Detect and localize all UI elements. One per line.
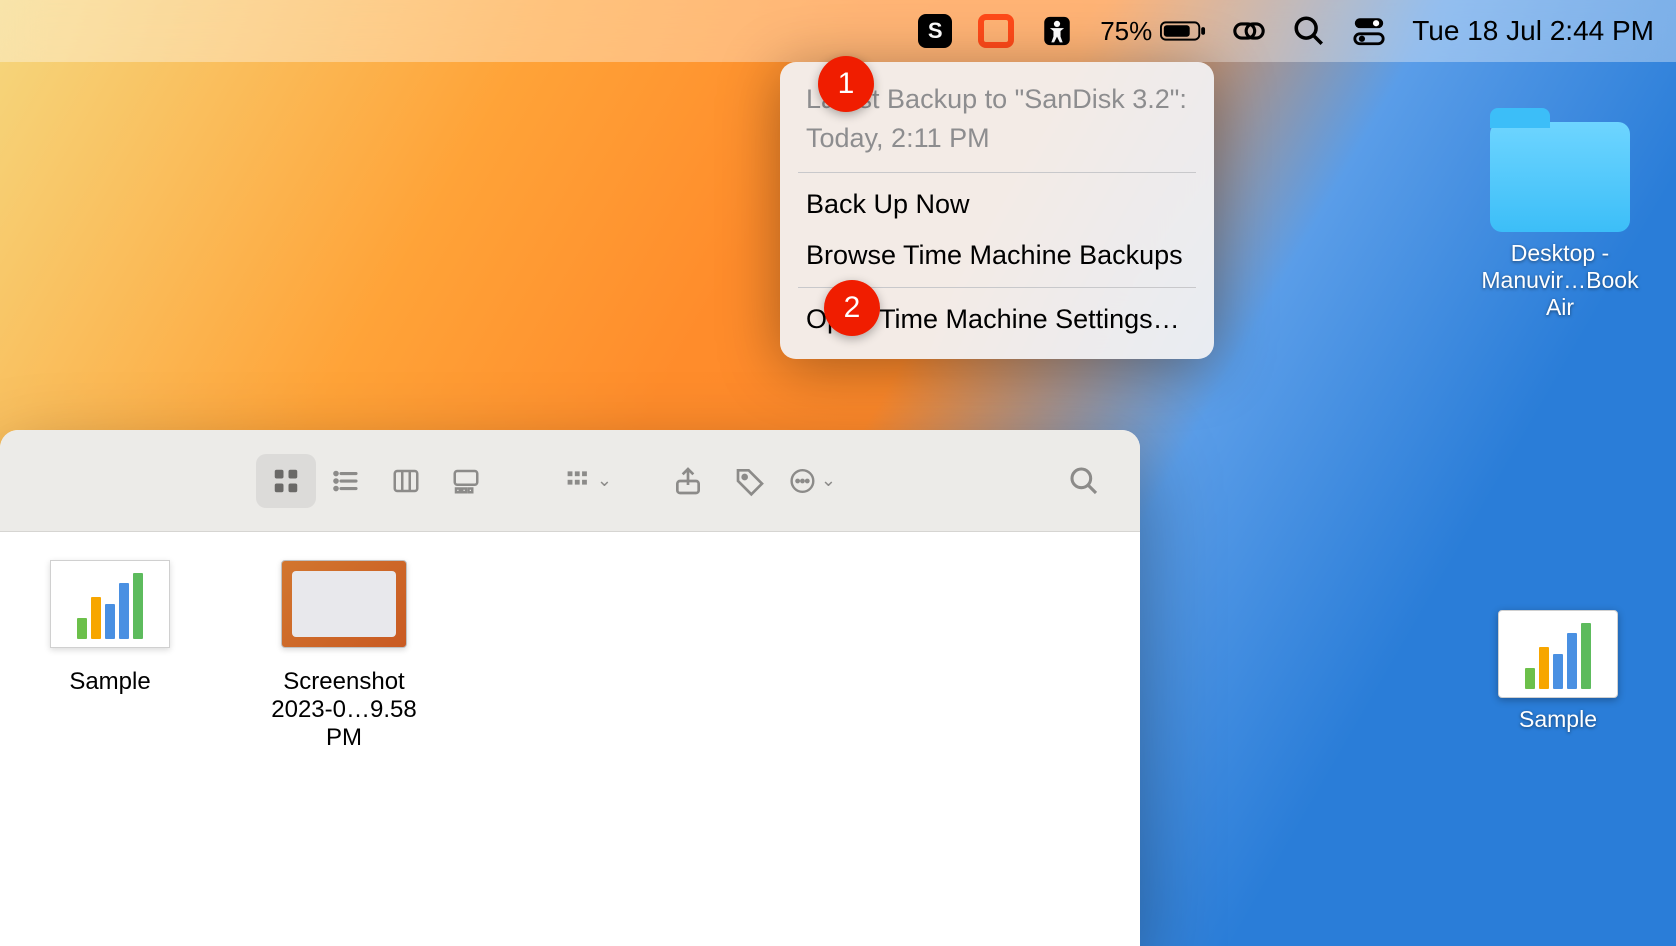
chevron-down-icon: ⌄ (821, 470, 836, 491)
annotation-step-1: 1 (818, 56, 874, 112)
finder-toolbar: ⌄ ⌄ (0, 430, 1140, 532)
desktop-folder-label: Desktop - Manuvir…Book Air (1480, 240, 1640, 321)
menu-divider (798, 172, 1196, 173)
view-list-button[interactable] (316, 454, 376, 508)
action-button[interactable]: ⌄ (788, 457, 836, 505)
menu-item-backup-now[interactable]: Back Up Now (780, 179, 1214, 230)
slack-icon[interactable]: S (918, 14, 952, 48)
accessibility-icon[interactable] (1040, 14, 1074, 48)
menu-item-browse-backups[interactable]: Browse Time Machine Backups (780, 230, 1214, 281)
group-by-button[interactable]: ⌄ (564, 457, 612, 505)
view-gallery-button[interactable] (436, 454, 496, 508)
share-button[interactable] (664, 457, 712, 505)
battery-percent-label: 75% (1100, 16, 1152, 47)
latest-backup-line2: Today, 2:11 PM (806, 119, 1188, 158)
finder-body: Sample Screenshot 2023-0…9.58 PM (0, 532, 1140, 780)
view-mode-segment (256, 454, 496, 508)
finder-item-screenshot[interactable]: Screenshot 2023-0…9.58 PM (254, 560, 434, 752)
desktop-file-sample[interactable]: Sample (1478, 610, 1638, 733)
annotation-step-2-label: 2 (844, 291, 861, 325)
handoff-icon[interactable] (1232, 14, 1266, 48)
battery-status[interactable]: 75% (1100, 16, 1206, 47)
finder-item-label: Screenshot 2023-0…9.58 PM (254, 668, 434, 752)
tag-button[interactable] (726, 457, 774, 505)
menu-item-browse-backups-label: Browse Time Machine Backups (806, 240, 1188, 271)
search-button[interactable] (1060, 457, 1108, 505)
folder-icon (1490, 122, 1630, 232)
finder-item-sample[interactable]: Sample (20, 560, 200, 752)
desktop-folder[interactable]: Desktop - Manuvir…Book Air (1480, 122, 1640, 321)
clock[interactable]: Tue 18 Jul 2:44 PM (1412, 15, 1654, 47)
screenshot-thumb-icon (281, 560, 407, 648)
chevron-down-icon: ⌄ (597, 470, 612, 491)
annotation-step-2: 2 (824, 280, 880, 336)
file-thumb-icon (50, 560, 170, 648)
file-thumb-icon (1498, 610, 1618, 698)
spotlight-icon[interactable] (1292, 14, 1326, 48)
slack-icon-label: S (928, 18, 943, 44)
desktop-file-sample-label: Sample (1478, 706, 1638, 733)
view-column-button[interactable] (376, 454, 436, 508)
time-machine-menu-icon[interactable] (978, 14, 1014, 48)
annotation-step-1-label: 1 (838, 67, 855, 101)
finder-window: ⌄ ⌄ Sample Screenshot 20 (0, 430, 1140, 946)
control-center-icon[interactable] (1352, 14, 1386, 48)
menubar: S 75% T (0, 0, 1676, 62)
view-icon-button[interactable] (256, 454, 316, 508)
finder-item-label: Sample (20, 668, 200, 696)
